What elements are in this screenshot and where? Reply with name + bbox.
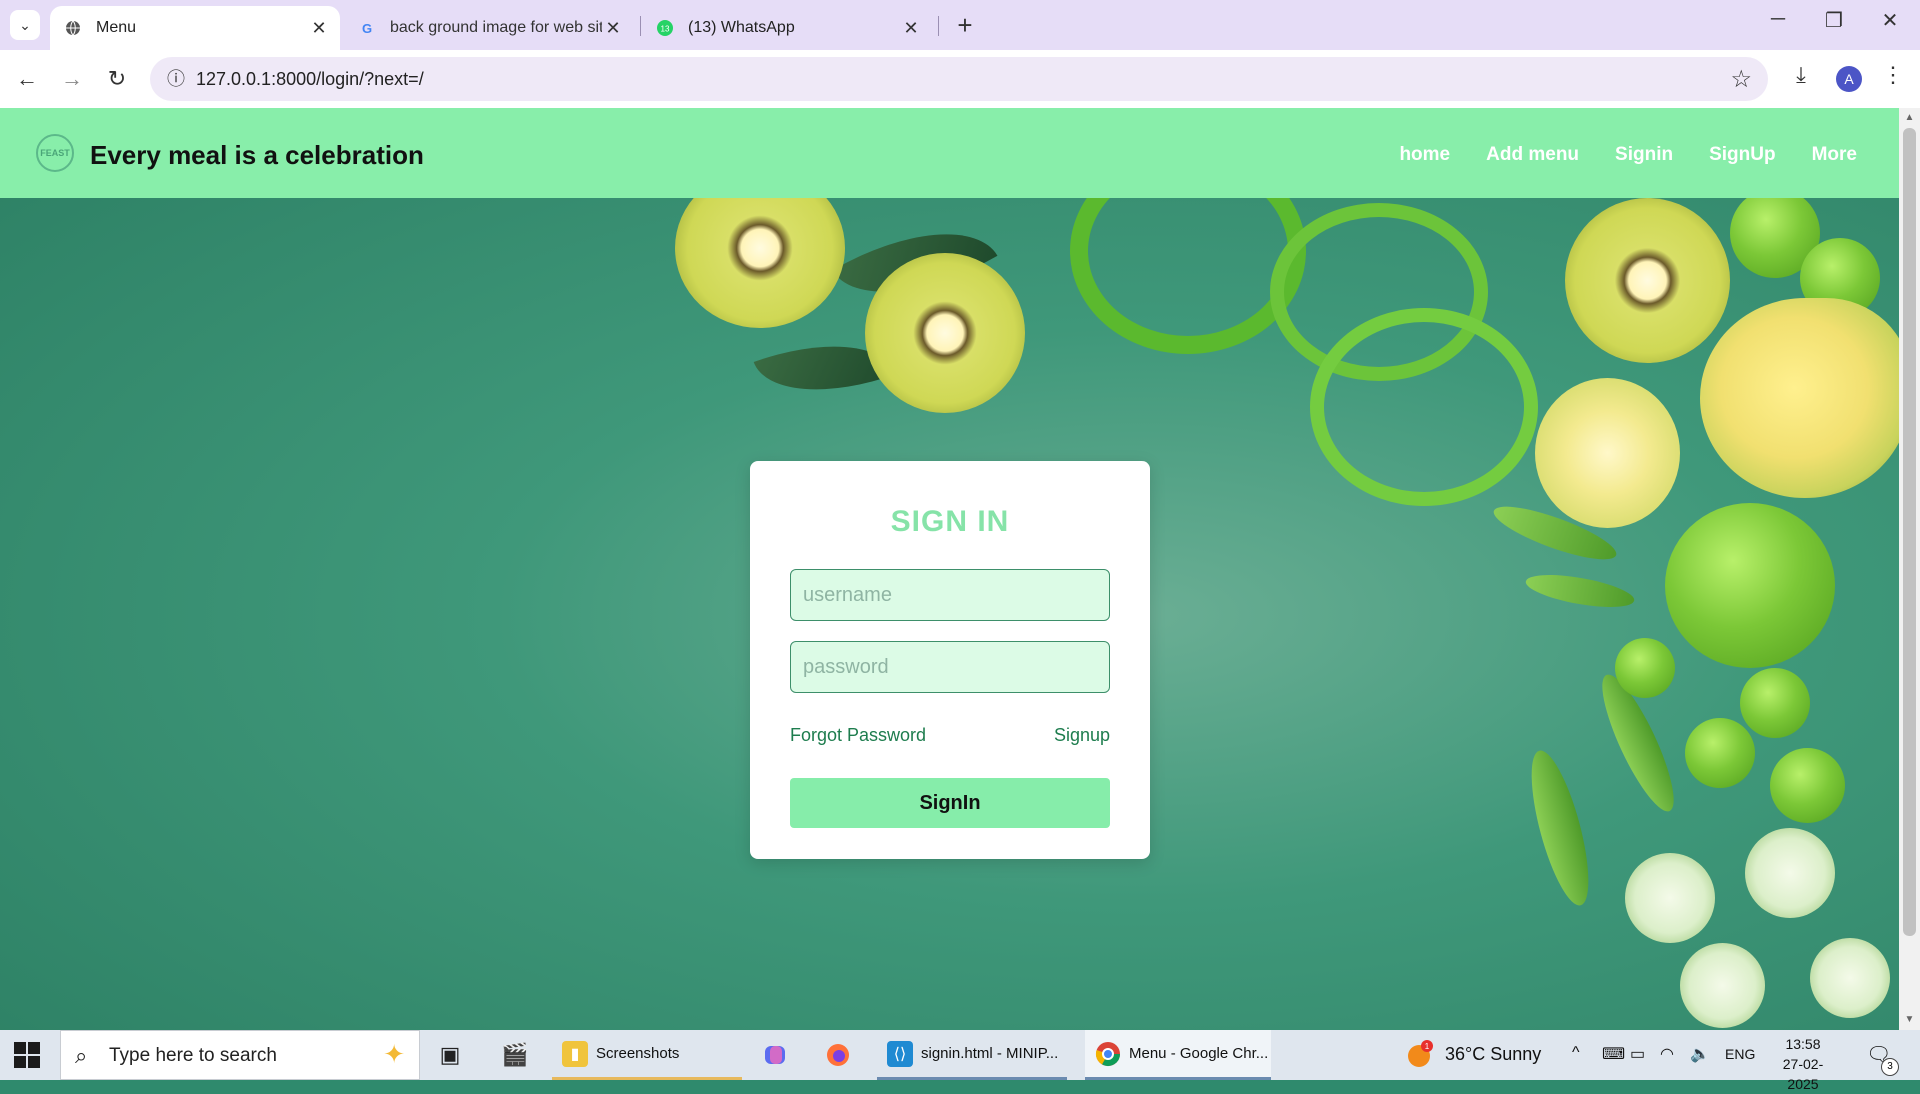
bookmark-star-icon[interactable]: ☆ bbox=[1730, 65, 1752, 94]
svg-text:13: 13 bbox=[661, 25, 670, 34]
nav-more[interactable]: More bbox=[1812, 144, 1857, 166]
globe-icon bbox=[64, 19, 82, 37]
address-bar[interactable]: ⓘ 127.0.0.1:8000/login/?next=/ ☆ bbox=[150, 57, 1768, 101]
taskbar-app-label: Screenshots bbox=[596, 1045, 680, 1062]
password-input[interactable] bbox=[790, 641, 1110, 693]
signup-link[interactable]: Signup bbox=[1054, 725, 1110, 746]
battery-icon[interactable]: ▭ bbox=[1630, 1044, 1645, 1064]
clapper-app-icon[interactable]: 🎬 bbox=[500, 1040, 530, 1070]
username-input[interactable] bbox=[790, 569, 1110, 621]
restore-icon[interactable]: ❐ bbox=[1814, 8, 1854, 33]
language-indicator[interactable]: ENG bbox=[1725, 1046, 1755, 1062]
taskbar-search[interactable]: ⌕ Type here to search ✦ bbox=[60, 1030, 420, 1080]
nav-home[interactable]: home bbox=[1399, 144, 1450, 166]
tab-menu[interactable]: Menu ✕ bbox=[50, 6, 340, 50]
clock-time: 13:58 bbox=[1785, 1036, 1821, 1052]
windows-taskbar: ⌕ Type here to search ✦ ▣ 🎬 ▮ Screenshot… bbox=[0, 1030, 1920, 1092]
folder-icon: ▮ bbox=[562, 1040, 588, 1067]
scrollbar-thumb[interactable] bbox=[1903, 128, 1916, 936]
taskbar-app-screenshots[interactable]: ▮ Screenshots bbox=[552, 1030, 742, 1080]
brand-title[interactable]: Every meal is a celebration bbox=[90, 140, 424, 171]
google-icon: G bbox=[361, 20, 373, 36]
signin-title: SIGN IN bbox=[890, 505, 1010, 538]
tab-separator bbox=[938, 16, 939, 36]
page-viewport: FEAST Every meal is a celebration home A… bbox=[0, 108, 1899, 1030]
close-tab-icon[interactable]: ✕ bbox=[602, 18, 624, 39]
close-tab-icon[interactable]: ✕ bbox=[900, 18, 922, 39]
forgot-password-link[interactable]: Forgot Password bbox=[790, 725, 926, 746]
svg-text:1: 1 bbox=[1425, 1042, 1430, 1051]
new-tab-icon[interactable]: + bbox=[950, 10, 980, 41]
whatsapp-icon: 13 bbox=[656, 19, 674, 37]
signin-card: SIGN IN Forgot Password Signup SignIn bbox=[750, 461, 1150, 859]
chrome-icon bbox=[1095, 1041, 1121, 1067]
tab-search-button[interactable]: ⌄ bbox=[10, 10, 40, 40]
minimize-icon[interactable]: ─ bbox=[1758, 8, 1798, 31]
site-header: FEAST Every meal is a celebration home A… bbox=[0, 108, 1899, 198]
signin-button[interactable]: SignIn bbox=[790, 778, 1110, 828]
tab-title: Menu bbox=[96, 19, 137, 36]
task-view-icon[interactable]: ▣ bbox=[435, 1040, 465, 1070]
weather-text[interactable]: 36°C Sunny bbox=[1445, 1044, 1541, 1065]
back-icon[interactable]: ← bbox=[10, 62, 44, 96]
copilot-icon[interactable] bbox=[760, 1040, 790, 1070]
copilot-sparkle-icon: ✦ bbox=[383, 1039, 405, 1069]
taskbar-app-label: signin.html - MINIP... bbox=[921, 1045, 1059, 1062]
close-tab-icon[interactable]: ✕ bbox=[308, 18, 330, 39]
wifi-icon[interactable]: ◠ bbox=[1660, 1044, 1674, 1064]
main-nav: home Add menu Signin SignUp More bbox=[1399, 144, 1857, 166]
taskbar-clock[interactable]: 13:58 27-02-2025 bbox=[1768, 1034, 1838, 1094]
volume-icon[interactable]: 🔈 bbox=[1690, 1044, 1710, 1064]
taskbar-app-chrome[interactable]: Menu - Google Chr... bbox=[1085, 1030, 1271, 1080]
reload-icon[interactable]: ↻ bbox=[100, 62, 134, 96]
profile-avatar[interactable]: A bbox=[1836, 66, 1862, 92]
browser-tab-bar: ⌄ Menu ✕ G back ground image for web sit… bbox=[0, 0, 1920, 50]
site-info-icon[interactable]: ⓘ bbox=[164, 67, 188, 91]
nav-add-menu[interactable]: Add menu bbox=[1486, 144, 1579, 166]
menu-kebab-icon[interactable]: ⋮ bbox=[1876, 62, 1910, 88]
clock-date: 27-02-2025 bbox=[1782, 1056, 1824, 1092]
taskbar-app-label: Menu - Google Chr... bbox=[1129, 1045, 1269, 1062]
download-icon[interactable]: ⤓ bbox=[1784, 62, 1818, 88]
search-icon: ⌕ bbox=[75, 1043, 88, 1068]
meet-now-icon[interactable]: ⌨ bbox=[1602, 1044, 1625, 1064]
scroll-up-icon[interactable]: ▲ bbox=[1903, 112, 1916, 123]
tab-whatsapp[interactable]: 13 (13) WhatsApp ✕ bbox=[642, 6, 932, 50]
feast-logo[interactable]: FEAST bbox=[36, 134, 74, 172]
notification-count: 3 bbox=[1881, 1058, 1899, 1076]
nav-signup[interactable]: SignUp bbox=[1709, 144, 1776, 166]
close-window-icon[interactable]: ✕ bbox=[1870, 8, 1910, 33]
browser-toolbar: ← → ↻ ⓘ 127.0.0.1:8000/login/?next=/ ☆ ⤓… bbox=[0, 50, 1920, 108]
weather-icon[interactable]: 1 bbox=[1405, 1040, 1433, 1073]
tab-google-search[interactable]: G back ground image for web site ✕ bbox=[344, 6, 634, 50]
scroll-down-icon[interactable]: ▼ bbox=[1903, 1014, 1916, 1025]
vscode-icon: ⟨⟩ bbox=[887, 1040, 913, 1067]
taskbar-app-vscode[interactable]: ⟨⟩ signin.html - MINIP... bbox=[877, 1030, 1067, 1080]
nav-signin[interactable]: Signin bbox=[1615, 144, 1673, 166]
tab-title: (13) WhatsApp bbox=[688, 19, 795, 36]
url-text[interactable]: 127.0.0.1:8000/login/?next=/ bbox=[196, 69, 424, 90]
firefox-icon[interactable] bbox=[823, 1040, 853, 1070]
tab-title: back ground image for web site bbox=[390, 19, 602, 36]
chevron-up-icon[interactable]: ^ bbox=[1572, 1044, 1580, 1062]
windows-start-icon[interactable] bbox=[14, 1042, 40, 1068]
tab-separator bbox=[640, 16, 641, 36]
forward-icon[interactable]: → bbox=[55, 62, 89, 96]
taskbar-search-placeholder: Type here to search bbox=[109, 1045, 277, 1066]
